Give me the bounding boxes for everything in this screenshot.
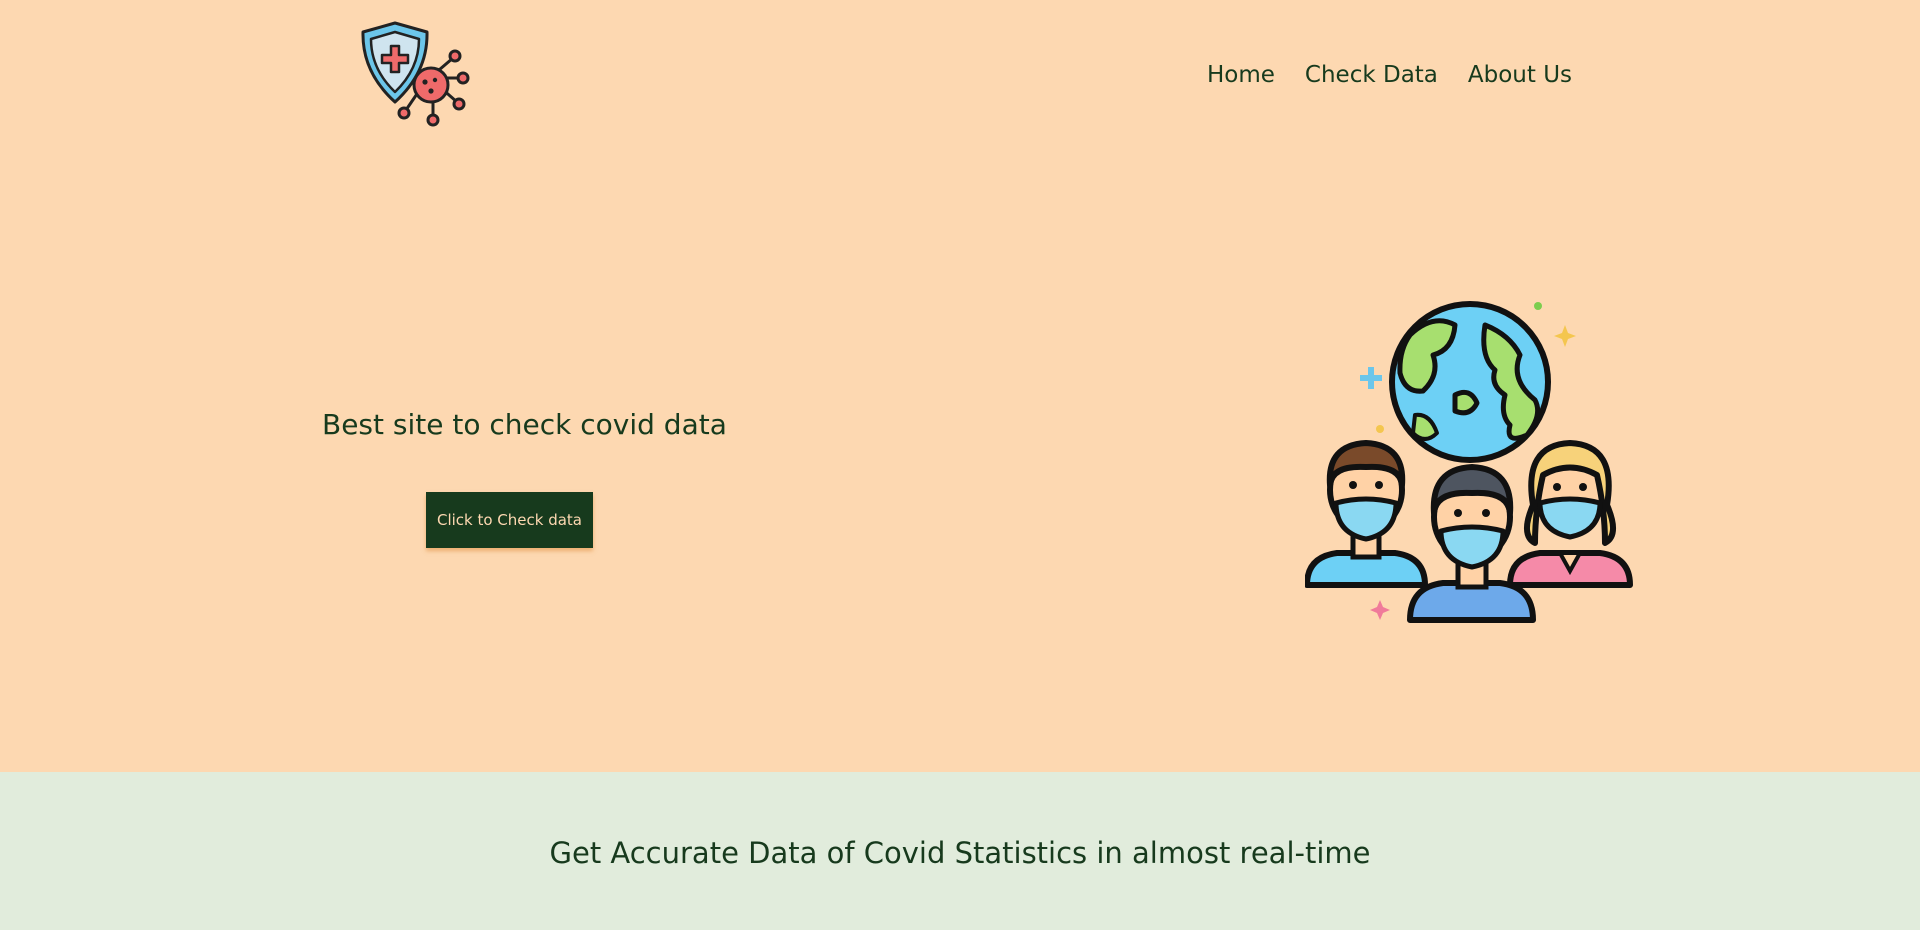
nav-home-link[interactable]: Home bbox=[1207, 62, 1275, 88]
stats-banner: Get Accurate Data of Covid Statistics in… bbox=[0, 772, 1920, 930]
main-nav: Home Check Data About Us bbox=[1207, 62, 1572, 88]
masked-people-globe-icon bbox=[1304, 295, 1635, 625]
nav-check-data-link[interactable]: Check Data bbox=[1305, 62, 1438, 88]
hero-tagline: Best site to check covid data bbox=[322, 408, 727, 441]
stats-banner-text: Get Accurate Data of Covid Statistics in… bbox=[549, 836, 1371, 870]
check-data-button[interactable]: Click to Check data bbox=[426, 492, 593, 548]
nav-about-us-link[interactable]: About Us bbox=[1468, 62, 1572, 88]
shield-virus-icon[interactable] bbox=[361, 20, 471, 128]
hero-section: Home Check Data About Us Best site to ch… bbox=[0, 0, 1920, 772]
